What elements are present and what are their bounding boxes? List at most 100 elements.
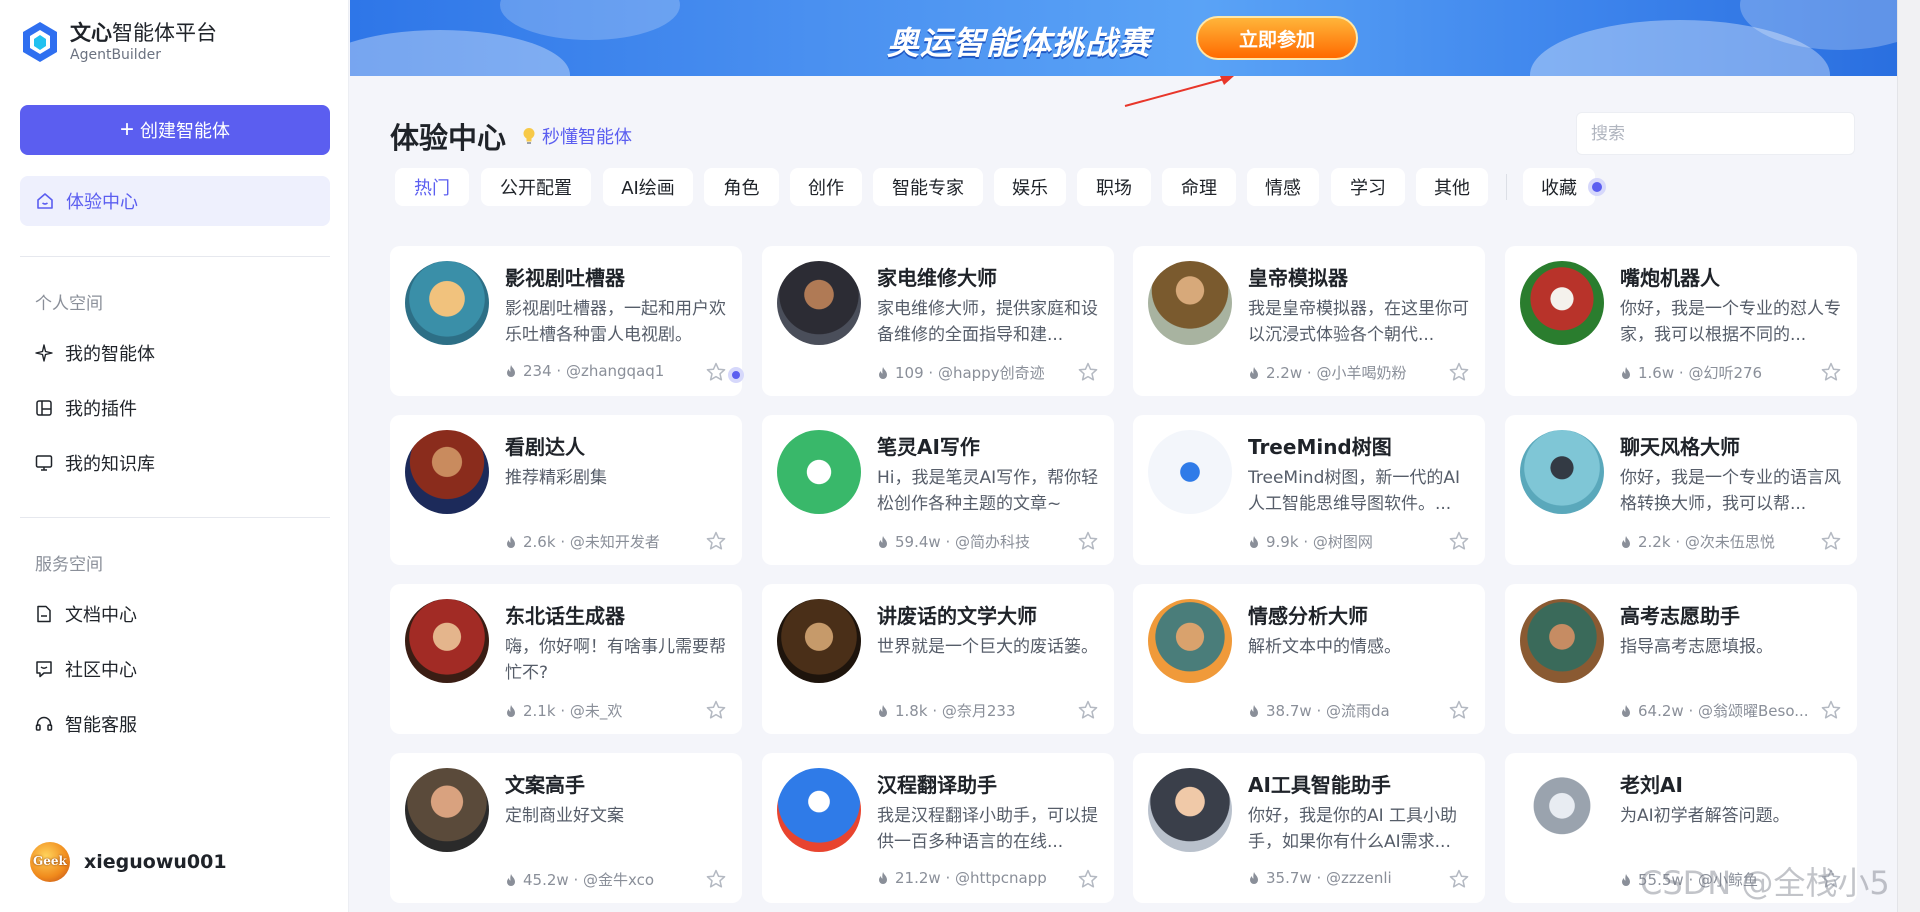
agent-card[interactable]: 聊天风格大师 你好，我是一个专业的语言风格转换大师，我可以帮... 2.2k ·… <box>1505 415 1857 565</box>
section-personal-space: 个人空间 <box>35 294 103 314</box>
search-input[interactable] <box>1576 112 1855 155</box>
agent-author: @httpcnapp <box>954 869 1047 887</box>
usage-count: 2.1k <box>523 701 556 720</box>
agent-card[interactable]: TreeMind树图 TreeMind树图，新一代的AI人工智能思维导图软件。.… <box>1133 415 1485 565</box>
tab-emotion[interactable]: 情感 <box>1247 168 1319 206</box>
tab-workplace[interactable]: 职场 <box>1077 168 1151 206</box>
sidebar-item-experience-center[interactable]: 体验中心 <box>20 176 330 226</box>
agent-card[interactable]: 皇帝模拟器 我是皇帝模拟器，在这里你可以沉浸式体验各个朝代... 2.2w · … <box>1133 246 1485 396</box>
agent-card[interactable]: AI工具智能助手 你好，我是你的AI 工具小助手，如果你有什么AI需求... 3… <box>1133 753 1485 903</box>
sidebar-item-customer-service[interactable]: 智能客服 <box>35 709 137 739</box>
tab-creation[interactable]: 创作 <box>790 168 862 206</box>
star-icon[interactable] <box>705 361 727 383</box>
divider <box>20 256 330 257</box>
brand-title-light: 智能体平台 <box>112 21 217 45</box>
agent-name: AI工具智能助手 <box>1248 773 1391 797</box>
agent-card[interactable]: 讲废话的文学大师 世界就是一个巨大的废话篓。 1.8k · @奈月233 <box>762 584 1114 734</box>
tab-public-config[interactable]: 公开配置 <box>481 168 591 206</box>
sidebar-item-community[interactable]: 社区中心 <box>35 654 137 684</box>
star-icon[interactable] <box>1077 361 1099 383</box>
agent-description: Hi，我是笔灵AI写作，帮你轻松创作各种主题的文章~ <box>877 468 1099 514</box>
agent-author: @未知开发者 <box>569 533 660 551</box>
agent-name: 东北话生成器 <box>505 604 625 628</box>
star-icon[interactable] <box>1077 868 1099 890</box>
star-icon[interactable] <box>705 868 727 890</box>
tab-favorites[interactable]: 收藏 <box>1523 168 1595 206</box>
agent-author: @金牛xco <box>582 871 655 889</box>
agent-avatar <box>777 430 861 514</box>
tab-ai-painting[interactable]: AI绘画 <box>603 168 693 206</box>
scrollbar[interactable] <box>1897 0 1920 912</box>
agent-card[interactable]: 看剧达人 推荐精彩剧集 2.6k · @未知开发者 <box>390 415 742 565</box>
agent-avatar <box>405 599 489 683</box>
agent-card[interactable]: 情感分析大师 解析文本中的情感。 38.7w · @流雨da <box>1133 584 1485 734</box>
create-agent-button[interactable]: + 创建智能体 <box>20 105 330 155</box>
agent-name: 家电维修大师 <box>877 266 997 290</box>
fire-icon <box>1620 366 1632 380</box>
tab-role[interactable]: 角色 <box>704 168 779 206</box>
brand[interactable]: 文心智能体平台 AgentBuilder <box>20 20 217 64</box>
meta-separator: · <box>1683 701 1698 720</box>
agent-card[interactable]: 嘴炮机器人 你好，我是一个专业的怼人专家，我可以根据不同的... 1.6w · … <box>1505 246 1857 396</box>
user-profile[interactable]: Geek xieguowu001 <box>30 842 227 882</box>
star-icon[interactable] <box>1077 530 1099 552</box>
agent-card[interactable]: 东北话生成器 嗨，你好啊！有啥事儿需要帮忙不? 2.1k · @未_欢 <box>390 584 742 734</box>
agent-avatar <box>1148 768 1232 852</box>
agent-avatar <box>1148 430 1232 514</box>
agent-card[interactable]: 高考志愿助手 指导高考志愿填报。 64.2w · @翁颂曜Beso... <box>1505 584 1857 734</box>
agent-avatar <box>777 261 861 345</box>
star-icon[interactable] <box>705 530 727 552</box>
tab-other[interactable]: 其他 <box>1416 168 1488 206</box>
hint-link[interactable]: 秒懂智能体 <box>522 123 632 149</box>
promo-banner[interactable]: 奥运智能体挑战赛 立即参加 <box>350 0 1897 76</box>
agent-avatar <box>405 430 489 514</box>
star-icon[interactable] <box>1077 699 1099 721</box>
agent-avatar <box>405 768 489 852</box>
star-icon[interactable] <box>1820 699 1842 721</box>
fire-icon <box>505 873 517 887</box>
fire-icon <box>1248 535 1260 549</box>
fire-icon <box>505 535 517 549</box>
star-icon[interactable] <box>1448 361 1470 383</box>
tab-hot[interactable]: 热门 <box>395 168 469 206</box>
usage-count: 45.2w <box>523 870 569 889</box>
agent-card[interactable]: 影视剧吐槽器 影视剧吐槽器，一起和用户欢乐吐槽各种雷人电视剧。 234 · @z… <box>390 246 744 396</box>
star-icon[interactable] <box>1820 530 1842 552</box>
agent-description: 你好，我是一个专业的怼人专家，我可以根据不同的... <box>1620 299 1841 345</box>
sidebar-item-my-knowledge-base[interactable]: 我的知识库 <box>35 448 155 478</box>
sidebar: 文心智能体平台 AgentBuilder + 创建智能体 体验中心 个人空间 我… <box>0 0 349 912</box>
usage-count: 2.2k <box>1638 532 1671 551</box>
agent-description: 嗨，你好啊！有啥事儿需要帮忙不? <box>505 637 726 683</box>
agent-description: 世界就是一个巨大的废话篓。 <box>877 637 1098 657</box>
sidebar-item-my-plugins[interactable]: 我的插件 <box>35 393 137 423</box>
sparkle-icon <box>35 344 53 362</box>
tab-fortune[interactable]: 命理 <box>1162 168 1236 206</box>
agent-description: TreeMind树图，新一代的AI人工智能思维导图软件。... <box>1248 468 1461 514</box>
tab-entertainment[interactable]: 娱乐 <box>994 168 1066 206</box>
agent-meta: 64.2w · @翁颂曜Beso... <box>1620 700 1809 721</box>
agent-name: 看剧达人 <box>505 435 585 459</box>
agent-card[interactable]: 家电维修大师 家电维修大师，提供家庭和设备维修的全面指导和建... 109 · … <box>762 246 1114 396</box>
star-icon[interactable] <box>1448 530 1470 552</box>
meta-separator: · <box>551 362 566 380</box>
star-icon[interactable] <box>705 699 727 721</box>
agent-card[interactable]: 汉程翻译助手 我是汉程翻译小助手，可以提供一百多种语言的在线... 21.2w … <box>762 753 1114 903</box>
star-icon[interactable] <box>1820 361 1842 383</box>
fire-icon <box>505 364 517 378</box>
usage-count: 2.2w <box>1266 363 1303 382</box>
sidebar-item-my-agents[interactable]: 我的智能体 <box>35 338 155 368</box>
tab-expert[interactable]: 智能专家 <box>873 168 983 206</box>
agent-author: @zzzenli <box>1325 869 1392 887</box>
fire-icon <box>877 704 889 718</box>
meta-separator: · <box>1670 532 1685 551</box>
agent-card[interactable]: 笔灵AI写作 Hi，我是笔灵AI写作，帮你轻松创作各种主题的文章~ 59.4w … <box>762 415 1114 565</box>
meta-separator: · <box>555 532 570 551</box>
tab-study[interactable]: 学习 <box>1331 168 1405 206</box>
star-icon[interactable] <box>1448 699 1470 721</box>
user-name: xieguowu001 <box>84 851 227 873</box>
star-icon[interactable] <box>1448 868 1470 890</box>
agent-card[interactable]: 文案高手 定制商业好文案 45.2w · @金牛xco <box>390 753 742 903</box>
agent-author: @翁颂曜Beso... <box>1697 702 1809 720</box>
join-now-button[interactable]: 立即参加 <box>1196 16 1358 60</box>
sidebar-item-docs-center[interactable]: 文档中心 <box>35 599 137 629</box>
